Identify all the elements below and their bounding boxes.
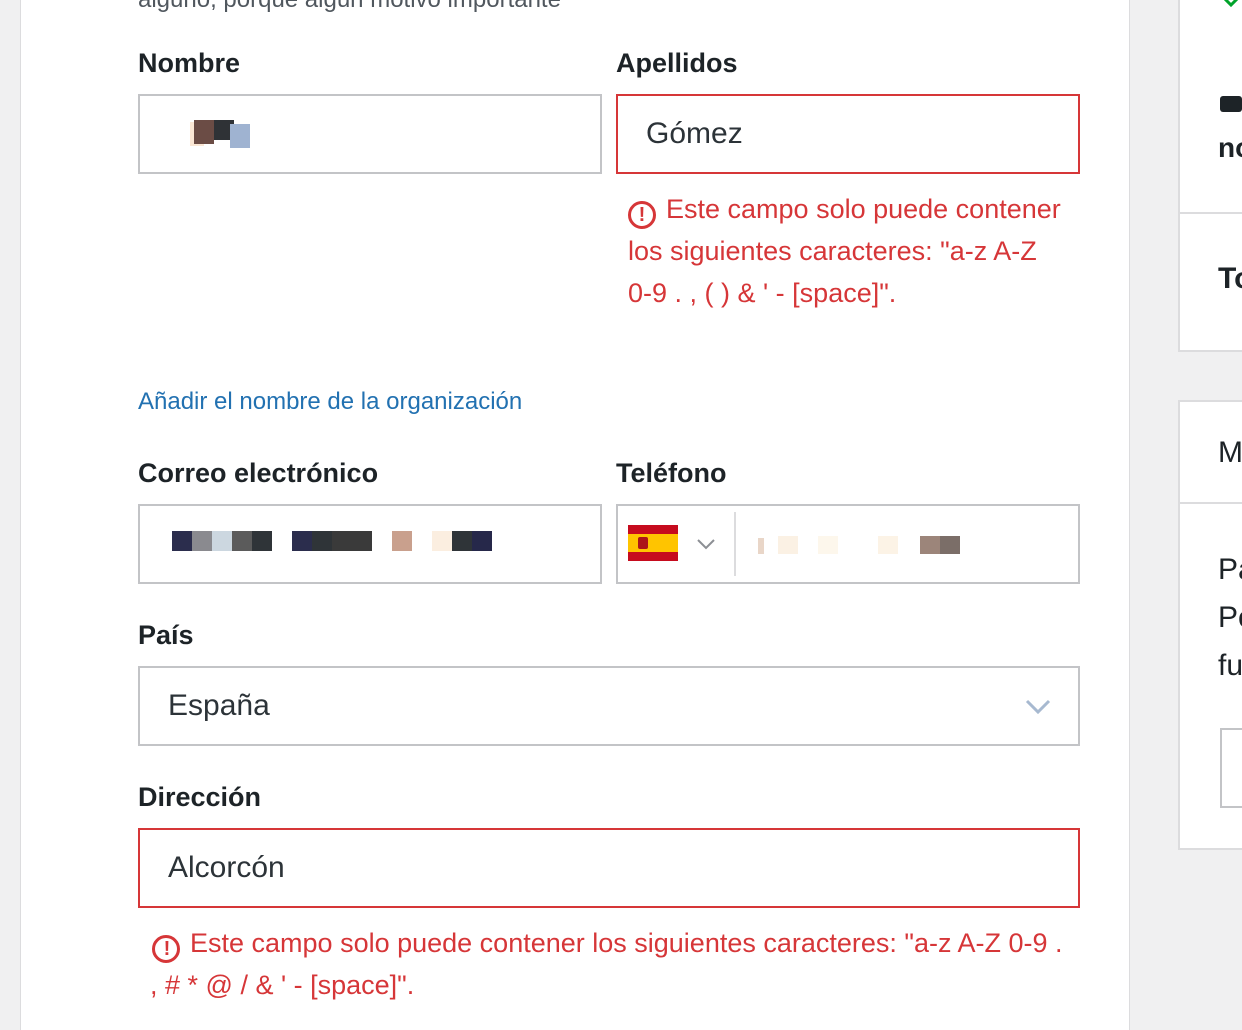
right-text-3: M bbox=[1218, 436, 1242, 469]
right-text-5: Pc bbox=[1218, 601, 1242, 634]
payment-input[interactable] bbox=[1220, 728, 1242, 808]
spain-flag-icon[interactable] bbox=[628, 525, 678, 561]
last-name-input[interactable]: Gómez bbox=[616, 94, 1080, 174]
address-label: Dirección bbox=[138, 782, 262, 812]
last-name-error: ! Este campo solo puede contener los sigu… bbox=[628, 194, 1061, 308]
last-name-label: Apellidos bbox=[616, 48, 738, 78]
add-organization-link[interactable]: Añadir el nombre de la organización bbox=[138, 388, 522, 416]
comment-icon bbox=[1220, 96, 1242, 112]
country-select[interactable]: España bbox=[138, 666, 1080, 746]
right-text-4: Pa bbox=[1218, 553, 1242, 586]
phone-value-redacted bbox=[758, 534, 968, 558]
right-text-1: no bbox=[1218, 132, 1242, 163]
last-name-value: Gómez bbox=[646, 117, 743, 150]
email-input[interactable] bbox=[138, 504, 602, 584]
address-value: Alcorcón bbox=[168, 851, 285, 884]
intro-text: alguno, porque algún motivo importante bbox=[138, 0, 561, 14]
error-icon: ! bbox=[152, 935, 180, 963]
address-input[interactable]: Alcorcón bbox=[138, 828, 1080, 908]
country-label: País bbox=[138, 620, 194, 650]
first-name-input[interactable] bbox=[138, 94, 602, 174]
chevron-down-icon[interactable] bbox=[1024, 697, 1052, 715]
right-text-2: To bbox=[1218, 262, 1242, 295]
address-error: ! Este campo solo puede contener los sigu… bbox=[150, 928, 1063, 1000]
phone-divider bbox=[734, 512, 736, 576]
email-value-redacted bbox=[168, 527, 498, 561]
error-icon: ! bbox=[628, 201, 656, 229]
phone-label: Teléfono bbox=[616, 458, 727, 488]
email-label: Correo electrónico bbox=[138, 458, 379, 488]
first-name-value-redacted bbox=[168, 118, 258, 150]
country-selected-value: España bbox=[168, 689, 270, 722]
right-text-6: fu bbox=[1218, 649, 1242, 682]
first-name-label: Nombre bbox=[138, 48, 241, 78]
chevron-down-icon[interactable] bbox=[696, 537, 716, 551]
check-icon bbox=[1223, 0, 1239, 8]
